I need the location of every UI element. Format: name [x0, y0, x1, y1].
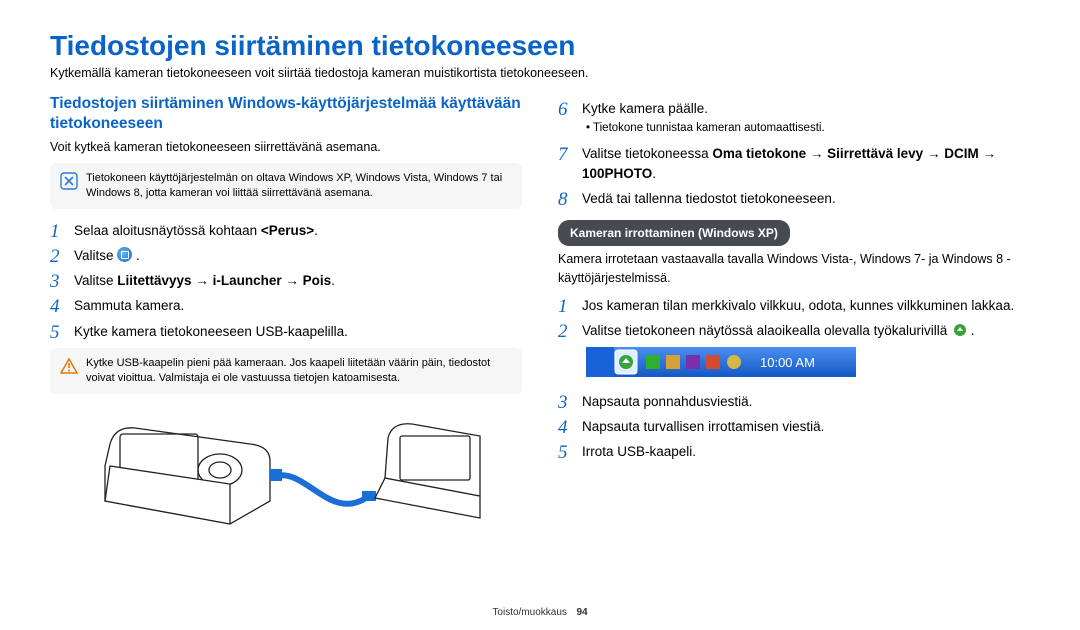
step-text: Kytke kamera tietokoneeseen USB-kaapelil…	[74, 320, 522, 342]
step-8: 8 Vedä tai tallenna tiedostot tietokonee…	[558, 187, 1030, 209]
step-3: 3 Valitse Liitettävyys → i-Launcher → Po…	[50, 269, 522, 291]
page-footer: Toisto/muokkaus 94	[0, 607, 1080, 618]
step-number: 8	[558, 190, 582, 209]
step-text: Valitse .	[74, 244, 522, 266]
step-number: 3	[50, 272, 74, 291]
step-number: 1	[50, 222, 74, 241]
detach-step-5: 5 Irrota USB-kaapeli.	[558, 440, 1030, 462]
step-text: Irrota USB-kaapeli.	[582, 440, 1030, 462]
left-column: Tiedostojen siirtäminen Windows-käyttöjä…	[50, 94, 522, 532]
step-text: Kytke kamera päälle.	[582, 97, 1030, 119]
right-column: 6 Kytke kamera päälle. Tietokone tunnist…	[558, 94, 1030, 532]
step-number: 6	[558, 100, 582, 119]
step-text: Vedä tai tallenna tiedostot tietokoneese…	[582, 187, 1030, 209]
step-7: 7 Valitse tietokoneessa Oma tietokone → …	[558, 142, 1030, 185]
step-number: 4	[50, 297, 74, 316]
step-1: 1 Selaa aloitusnäytössä kohtaan <Perus>.	[50, 219, 522, 241]
step-number: 3	[558, 393, 582, 412]
detach-step-2: 2 Valitse tietokoneen näytössä alaoikeal…	[558, 319, 1030, 341]
step-number: 1	[558, 297, 582, 316]
step-number: 2	[558, 322, 582, 341]
step-number: 5	[558, 443, 582, 462]
footer-section: Toisto/muokkaus	[492, 607, 566, 618]
warning-icon	[60, 357, 78, 380]
detach-step-1: 1 Jos kameran tilan merkkivalo vilkkuu, …	[558, 294, 1030, 316]
detach-step-3: 3 Napsauta ponnahdusviestiä.	[558, 390, 1030, 412]
section-sub: Voit kytkeä kameran tietokoneeseen siirr…	[50, 138, 522, 157]
step-6: 6 Kytke kamera päälle.	[558, 97, 1030, 119]
footer-page: 94	[576, 607, 587, 618]
step-text: Napsauta ponnahdusviestiä.	[582, 390, 1030, 412]
info-icon	[60, 172, 78, 195]
info-note: Tietokoneen käyttöjärjestelmän on oltava…	[50, 163, 522, 209]
warning-note: Kytke USB-kaapelin pieni pää kameraan. J…	[50, 348, 522, 394]
step-4: 4 Sammuta kamera.	[50, 294, 522, 316]
step-6-bullet: Tietokone tunnistaa kameran automaattise…	[558, 120, 1030, 137]
step-text: Valitse Liitettävyys → i-Launcher → Pois…	[74, 269, 522, 291]
step-text: Valitse tietokoneen näytössä alaoikealla…	[582, 319, 1030, 341]
eject-tray-icon	[953, 323, 967, 337]
step-number: 7	[558, 145, 582, 164]
step-text: Sammuta kamera.	[74, 294, 522, 316]
step-number: 5	[50, 323, 74, 342]
subsection-pill: Kameran irrottaminen (Windows XP)	[558, 220, 790, 246]
step-text: Jos kameran tilan merkkivalo vilkkuu, od…	[582, 294, 1030, 316]
step-text: Valitse tietokoneessa Oma tietokone → Si…	[582, 142, 1030, 185]
info-text: Tietokoneen käyttöjärjestelmän on oltava…	[86, 171, 512, 201]
step-number: 4	[558, 418, 582, 437]
step-number: 2	[50, 247, 74, 266]
step-text: Selaa aloitusnäytössä kohtaan <Perus>.	[74, 219, 522, 241]
step-2: 2 Valitse .	[50, 244, 522, 266]
step-5: 5 Kytke kamera tietokoneeseen USB-kaapel…	[50, 320, 522, 342]
basic-mode-icon	[117, 247, 132, 262]
detach-step-4: 4 Napsauta turvallisen irrottamisen vies…	[558, 415, 1030, 437]
step-text: Napsauta turvallisen irrottamisen viesti…	[582, 415, 1030, 437]
page-title: Tiedostojen siirtäminen tietokoneeseen	[50, 30, 1030, 62]
taskbar-clock: 10:00 AM	[760, 355, 815, 370]
connection-figure	[80, 406, 522, 532]
taskbar-figure: 10:00 AM	[586, 347, 1030, 383]
section-heading: Tiedostojen siirtäminen Windows-käyttöjä…	[50, 94, 522, 134]
pill-text: Kamera irrotetaan vastaavalla tavalla Wi…	[558, 250, 1030, 288]
intro-text: Kytkemällä kameran tietokoneeseen voit s…	[50, 66, 1030, 80]
warning-text: Kytke USB-kaapelin pieni pää kameraan. J…	[86, 356, 512, 386]
